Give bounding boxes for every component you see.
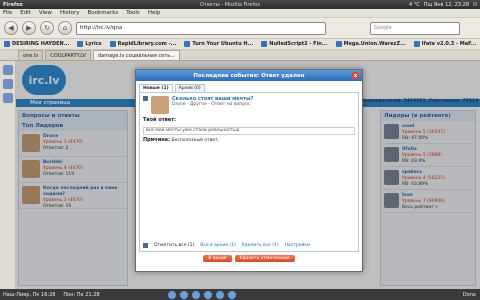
bookmark-item[interactable]: DESIRING HAYDEN...: [4, 41, 69, 47]
tab-damage[interactable]: damage.lv социальная сеть...: [92, 50, 180, 60]
status-bar: Наш-Лиер, Пк 16:28 Пон: Пк 21:28 Done: [0, 289, 480, 300]
question-meta: Drone · Другое · Ответ на вопрос: [172, 102, 251, 107]
back-icon[interactable]: ◀: [4, 21, 18, 35]
close-icon[interactable]: x: [352, 72, 359, 79]
search-input[interactable]: Google: [370, 21, 460, 35]
bookmark-icon: [261, 41, 268, 47]
bookmark-item[interactable]: Lyrics: [77, 41, 102, 47]
menu-file[interactable]: File: [3, 10, 12, 16]
select-all-label[interactable]: Отметить все (1): [154, 243, 194, 248]
bookmark-item[interactable]: NulledScript2 - Fin...: [261, 41, 328, 47]
bookmark-item[interactable]: RapidLibrary.com -...: [109, 41, 176, 47]
sidebar-app-icon[interactable]: [3, 65, 13, 75]
modal-title: Последние события: Ответ удален: [193, 72, 305, 79]
bookmark-icon: [335, 41, 342, 47]
bookmark-icon: [109, 41, 116, 47]
clock[interactable]: Пщ Янв 12, 23:28: [424, 2, 469, 8]
dock-app-icon[interactable]: [227, 290, 236, 299]
bookmark-item[interactable]: Mega.Union.WarezZ...: [335, 41, 406, 47]
dock-app-icon[interactable]: [215, 290, 224, 299]
home-icon[interactable]: ⌂: [58, 21, 72, 35]
avatar[interactable]: [151, 96, 169, 114]
menu-help[interactable]: Help: [148, 10, 161, 16]
event-checkbox[interactable]: [143, 96, 148, 101]
modal-header: Последние события: Ответ удален x: [136, 70, 362, 81]
event-item: Сколько стоят ваши мечты? Drone · Другое…: [143, 96, 355, 114]
navigation-toolbar: ◀ ▶ ↻ ⌂ http://irc.lv/qna Google: [0, 18, 480, 39]
answer-text: все мои мечты уже стали реальностью: [143, 126, 355, 135]
system-tray: 4 °C Пщ Янв 12, 23:28 ⏻: [409, 2, 477, 8]
menu-bar: File Edit View History Bookmarks Tools H…: [0, 9, 480, 18]
status-left: Наш-Лиер, Пк 16:28: [3, 291, 56, 298]
delete-all-link[interactable]: Удалить все (1): [242, 243, 279, 248]
bookmark-icon: [184, 41, 191, 47]
power-icon[interactable]: ⏻: [473, 2, 477, 8]
dock: [167, 290, 236, 299]
side-dock: [0, 61, 16, 289]
reload-icon[interactable]: ↻: [40, 21, 54, 35]
forward-icon[interactable]: ▶: [22, 21, 36, 35]
app-name: Firefox: [3, 1, 23, 8]
dock-app-icon[interactable]: [191, 290, 200, 299]
archive-button[interactable]: В архив: [203, 255, 232, 262]
tab-new[interactable]: Новые (1): [139, 84, 173, 92]
menu-view[interactable]: View: [39, 10, 52, 16]
settings-link[interactable]: Настройки: [285, 243, 310, 248]
status-mid: Пон: Пк 21:28: [63, 291, 100, 298]
delete-selected-button[interactable]: Удалить отмеченные: [234, 255, 295, 262]
status-done: Done: [462, 291, 476, 298]
answer-label: Твой ответ:: [143, 117, 177, 123]
menu-history[interactable]: History: [60, 10, 80, 16]
tab-archive[interactable]: Архив (0): [174, 84, 205, 92]
answer-block: Твой ответ: все мои мечты уже стали реал…: [143, 117, 355, 145]
window-title: Ответы - Mozilla Firefox: [200, 1, 261, 8]
bookmark-icon: [4, 41, 10, 47]
reason-label: Причина:: [143, 136, 171, 143]
modal-tabs: Новые (1) Архив (0): [136, 81, 362, 92]
weather-temp: 4 °C: [408, 1, 420, 8]
tab-strip: one.lv COOLPARTY.LV damage.lv социальная…: [0, 50, 480, 61]
tab-coolparty[interactable]: COOLPARTY.LV: [45, 50, 91, 60]
tab-one-lv[interactable]: one.lv: [18, 50, 44, 60]
menu-tools[interactable]: Tools: [126, 10, 140, 16]
dock-app-icon[interactable]: [179, 290, 188, 299]
modal-buttons: В архив Удалить отмеченные: [136, 255, 362, 262]
modal-body: Сколько стоят ваши мечты? Drone · Другое…: [139, 92, 359, 252]
bookmark-icon: [413, 41, 420, 47]
bookmark-item[interactable]: Turn Your Ubuntu H...: [184, 41, 253, 47]
dock-app-icon[interactable]: [203, 290, 212, 299]
modal-footer: Отметить все (1) Все в архив (1) Удалить…: [143, 243, 355, 248]
sidebar-app-icon[interactable]: [3, 93, 13, 103]
sidebar-app-icon[interactable]: [3, 79, 13, 89]
reason-text: Бесполезный ответ.: [171, 137, 220, 143]
dock-app-icon[interactable]: [167, 290, 176, 299]
events-modal: Последние события: Ответ удален x Новые …: [135, 69, 363, 272]
bookmark-item[interactable]: Ifate v2.0.3 - MaF...: [413, 41, 477, 47]
url-input[interactable]: http://irc.lv/qna: [76, 21, 326, 35]
bookmark-icon: [77, 41, 84, 47]
archive-all-link[interactable]: Все в архив (1): [200, 243, 236, 248]
menu-edit[interactable]: Edit: [20, 10, 31, 16]
menu-bookmarks[interactable]: Bookmarks: [88, 10, 119, 16]
bookmarks-bar: DESIRING HAYDEN... Lyrics RapidLibrary.c…: [0, 39, 480, 50]
system-top-bar: Firefox Ответы - Mozilla Firefox 4 °C Пщ…: [0, 0, 480, 9]
select-all-checkbox[interactable]: [143, 243, 148, 248]
